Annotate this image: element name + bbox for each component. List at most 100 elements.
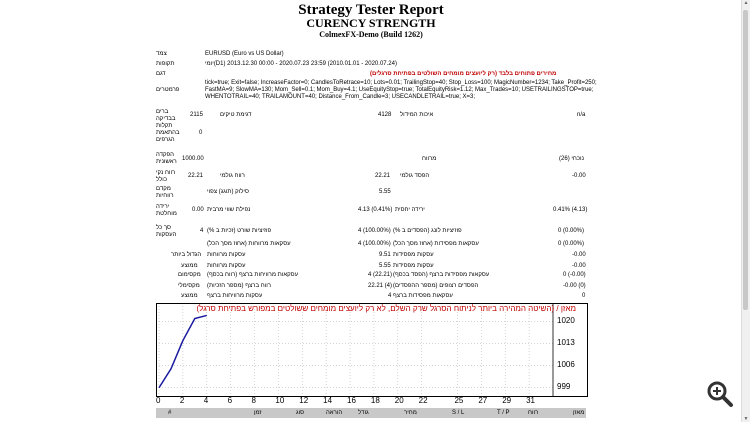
col-time: זמן — [254, 410, 262, 416]
avg-loss-value: -0.00 — [572, 263, 586, 269]
col-type: סוג — [296, 410, 305, 416]
bars-value: 2115 — [190, 112, 203, 118]
largest-profit-value: 9.51 — [379, 252, 391, 258]
col-balance: מאזן — [573, 410, 585, 416]
col-sl: S / L — [452, 410, 465, 416]
largest-profit-label: עסקות מרווחות — [207, 252, 246, 258]
col-price: מחיר — [404, 410, 417, 416]
reldd-value: 0.41% (4.13) — [553, 207, 588, 213]
zoom-in-icon[interactable] — [706, 380, 734, 408]
payoff-value: 5.55 — [379, 189, 391, 195]
max-cons-wins-label: עסקאות מרוויחות ברצף (רווח בכסף) — [207, 272, 299, 278]
grossprofit-value: 22.21 — [375, 173, 391, 179]
avg-cons-wins-label: עסקות מרוויחות ברצף — [207, 293, 263, 299]
x-tick-label: 6 — [227, 396, 233, 405]
scroll-up-icon[interactable]: ▲ — [742, 0, 750, 6]
avg-cons-losses-value: 0 — [582, 293, 586, 299]
x-tick-label: 2 — [179, 396, 185, 405]
dd-label2: מוחלטת — [156, 211, 177, 217]
balance-chart — [156, 303, 588, 397]
loss-trades-label: עסקאות מפסידות (אחוז מסך הכל) — [393, 241, 479, 247]
x-tick-label: 18 — [370, 396, 380, 405]
params-line3: WHENTOTRAIL=40; TRAILAMOUNT=40; Distance… — [205, 94, 476, 100]
max-cons-loss-value: -0.00 (0) — [563, 283, 586, 289]
avg-loss-label: עסקות מפסידות — [393, 263, 434, 269]
deposit-value: 1000.00 — [182, 156, 204, 162]
avg-label: ממוצע — [181, 263, 198, 269]
avg-cons-wins-value: 4 — [388, 293, 392, 299]
symbol-label: צמד — [156, 51, 167, 57]
netprofit-label1: רווח נקי — [156, 170, 176, 176]
deposit-label1: הפקדה — [156, 152, 174, 158]
max-cons-profit-value: 22.21 (4) — [368, 283, 393, 289]
average-label: ממוצע — [181, 293, 198, 299]
vertical-scrollbar[interactable]: ▲ ▼ — [741, 0, 750, 422]
max-cons-losses-value: 0 (-0.00) — [563, 272, 586, 278]
short-label: פוזיציות שורט (זכיות ב %) — [207, 228, 272, 234]
bars-label: ברים — [156, 109, 169, 115]
y-tick-label: 1006 — [557, 359, 575, 369]
col-profit: רווח — [528, 410, 539, 416]
max-label: מקסימום — [178, 272, 201, 278]
errors-value: 0 — [199, 130, 203, 136]
max-cons-losses-label: עסקאות מפסידות ברצף (הפסד בכסף) — [393, 272, 490, 278]
report-server: ColmexFX-Demo (Build 1262) — [319, 30, 423, 39]
trades-value: 4 — [200, 228, 204, 234]
scroll-thumb[interactable] — [743, 10, 748, 310]
maximal-label: מקסימלי — [178, 283, 200, 289]
avg-profit-value: 5.55 — [379, 263, 391, 269]
col-tp: T / P — [497, 410, 510, 416]
symbol-value: EURUSD (Euro vs US Dollar) — [205, 51, 284, 57]
loss-trades-value: 0 (0.00%) — [558, 241, 585, 247]
reldd-label: ירידה יחסית — [395, 207, 425, 213]
largest-loss-label: עסקות מפסידות — [393, 252, 434, 258]
model-value: מחירים פתוחים בלבד (רק ליועצים מומחים הש… — [370, 71, 557, 77]
ticks-label: דגימת טיקים — [220, 112, 252, 118]
y-tick-label: 999 — [557, 381, 571, 391]
max-cons-wins-value: 4 (22.21) — [368, 272, 393, 278]
x-tick-label: 14 — [323, 396, 333, 405]
x-tick-label: 25 — [454, 396, 464, 405]
pf-label2: רווחיות — [156, 193, 174, 199]
x-tick-label: 27 — [478, 396, 488, 405]
x-tick-label: 12 — [299, 396, 309, 405]
grossprofit-label: רווח גולמי — [220, 173, 245, 179]
dd-label1: ירידה — [156, 204, 170, 210]
spread-value: נוכחי (26) — [559, 156, 584, 162]
dd-value: 0.00 — [192, 207, 204, 213]
quality-value: n/a — [577, 112, 586, 118]
trades-table-header — [156, 408, 586, 418]
x-tick-label: 20 — [394, 396, 404, 405]
x-tick-label: 10 — [275, 396, 285, 405]
col-size: גודל — [358, 410, 369, 416]
trades-label1: סך כל — [156, 225, 171, 231]
y-tick-label: 1013 — [557, 337, 575, 347]
scroll-down-icon[interactable]: ▼ — [742, 416, 750, 422]
model-label: דגם — [156, 71, 166, 77]
profit-trades-value: 4 (100.00%) — [358, 241, 391, 247]
profit-trades-label: עסקאות מרווחות (אחוז מסך הכל) — [207, 241, 291, 247]
bars-label2: בבדיקה — [156, 116, 176, 122]
maxdd-label: נפילת שווי מרבית — [207, 207, 251, 213]
y-tick-label: 1020 — [557, 315, 575, 325]
ticks-value: 4128 — [378, 112, 392, 118]
long-value: 0 (0.00%) — [558, 228, 585, 234]
params-line2: FastMA=9; SlowMA=130; Mom_Sell=0.1; Mom_… — [205, 87, 594, 93]
chart-title: (השיטה המהירה ביותר לניתוח הסרגל שרק השל… — [196, 304, 576, 313]
x-tick-label: 29 — [502, 396, 512, 405]
short-value: 4 (100.00%) — [358, 228, 391, 234]
x-tick-label: 22 — [418, 396, 428, 405]
deposit-label2: ראשונית — [156, 159, 177, 165]
x-tick-label: 31 — [526, 396, 536, 405]
params-label: פרמטרים — [156, 87, 180, 93]
netprofit-label2: כולל — [156, 177, 168, 183]
x-tick-label: 4 — [203, 396, 209, 405]
trades-label2: העסקות — [156, 232, 177, 238]
errors-label2: בהתאמת — [156, 130, 180, 136]
grossloss-label: הפסד גולמי — [400, 173, 430, 179]
spread-label: מרווח — [422, 156, 437, 162]
quality-label: איכות המידול — [400, 112, 434, 118]
x-tick-label: 0 — [156, 396, 161, 405]
x-tick-label: 8 — [251, 396, 256, 405]
errors-label3: הגרפים — [156, 137, 175, 143]
